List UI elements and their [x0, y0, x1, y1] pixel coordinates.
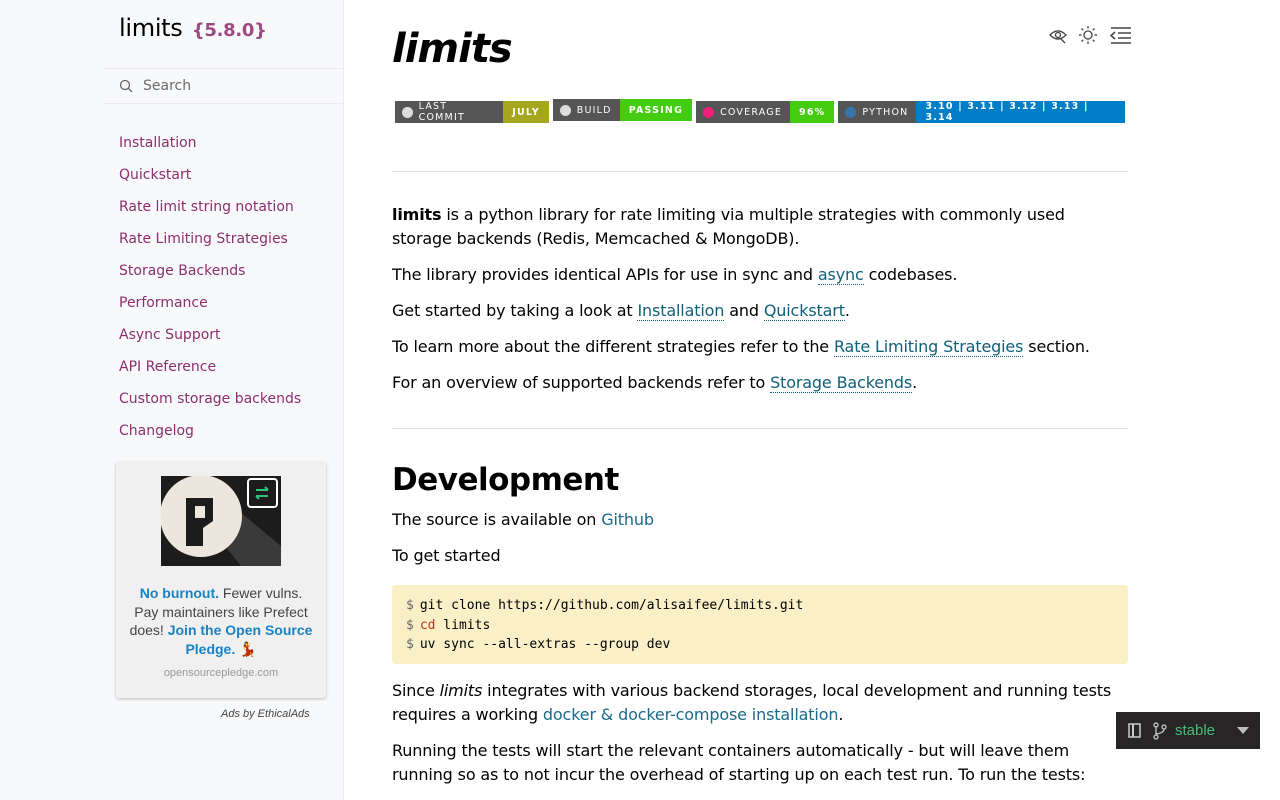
link-async[interactable]: async [817, 265, 864, 285]
code-text: limits [435, 617, 491, 633]
ad-emoji: 💃 [239, 640, 257, 657]
page-title: limits [392, 26, 513, 72]
sidebar-item-storage-backends[interactable]: Storage Backends [119, 260, 301, 292]
paragraph-running-tests: Running the tests will start the relevan… [392, 741, 1086, 784]
code-line: $ uv sync --all-extras --group dev [406, 635, 1114, 655]
badge-label: COVERAGE [720, 106, 783, 118]
sidebar-item-rate-limiting-strategies[interactable]: Rate Limiting Strategies [119, 228, 301, 260]
text: . [838, 705, 844, 724]
prompt: $ [406, 617, 414, 633]
badge-value: 3.10 | 3.11 | 3.12 | 3.13 | 3.14 [916, 101, 1125, 123]
brand-name[interactable]: limits [119, 14, 183, 42]
prompt: $ [406, 598, 414, 613]
version-selector-label[interactable]: stable [1175, 722, 1215, 739]
paragraph-get-started: Get started by taking a look at Installa… [392, 299, 1128, 323]
badge-label: BUILD [576, 104, 612, 116]
badge-build[interactable]: BUILD PASSING [551, 98, 694, 122]
ad-text-bold-1[interactable]: No burnout. [140, 585, 219, 601]
sidebar-item-performance[interactable]: Performance [119, 292, 301, 324]
badge-last-commit[interactable]: LAST COMMIT JULY [394, 100, 550, 124]
badge-coverage[interactable]: COVERAGE 96% [695, 100, 836, 124]
toc-toggle-icon[interactable] [1108, 24, 1131, 46]
sidebar-item-installation[interactable]: Installation [119, 132, 301, 164]
prompt: $ [406, 637, 414, 652]
paragraph-apis: The library provides identical APIs for … [392, 263, 1128, 287]
paragraph-strategies: To learn more about the different strate… [392, 335, 1128, 359]
badge-python[interactable]: PYTHON 3.10 | 3.11 | 3.12 | 3.13 | 3.14 [837, 100, 1126, 124]
intro-strong: limits [392, 205, 442, 224]
sidebar-item-quickstart[interactable]: Quickstart [119, 164, 301, 196]
search-icon [119, 79, 133, 93]
badge-value: PASSING [619, 99, 693, 121]
badge-label: PYTHON [862, 106, 909, 118]
ad-text[interactable]: No burnout. Fewer vulns. Pay maintainers… [126, 584, 316, 658]
link-rate-limiting-strategies[interactable]: Rate Limiting Strategies [833, 337, 1023, 357]
paragraph-source: The source is available on Github [392, 508, 1128, 532]
link-docker-installation[interactable]: docker & docker-compose installation [543, 705, 839, 724]
text: codebases. [863, 265, 958, 284]
ad-domain[interactable]: opensourcepledge.com [116, 667, 326, 679]
paragraph-since-limits: Since limits integrates with various bac… [392, 679, 1128, 727]
text: . [844, 301, 850, 320]
theme-toggle-icon[interactable] [1078, 24, 1098, 46]
intro-paragraph: limits is a python library for rate limi… [392, 203, 1128, 251]
divider [392, 428, 1128, 429]
branch-icon [1153, 721, 1167, 740]
text: For an overview of supported backends re… [392, 373, 771, 392]
sidebar-item-changelog[interactable]: Changelog [119, 420, 301, 452]
book-icon [1128, 723, 1141, 738]
top-toolbar [1048, 24, 1131, 46]
code-line: $ git clone https://github.com/alisaifee/… [406, 596, 1114, 616]
codecov-icon [703, 106, 715, 118]
text: To learn more about the different strate… [392, 337, 834, 356]
link-github[interactable]: Github [601, 510, 654, 529]
code-text: git clone https://github.com/alisaifee/l… [419, 598, 804, 613]
view-source-icon[interactable] [1048, 24, 1068, 46]
badges-row: LAST COMMIT JULY BUILD PASSING COVERAGE … [394, 98, 1128, 124]
paragraph-backends: For an overview of supported backends re… [392, 371, 1128, 395]
text: The library provides identical APIs for … [392, 265, 818, 284]
intro-text: is a python library for rate limiting vi… [392, 205, 1065, 248]
sidebar-item-async-support[interactable]: Async Support [119, 324, 301, 356]
github-icon [559, 104, 571, 116]
text: The source is available on [392, 510, 602, 529]
link-quickstart[interactable]: Quickstart [763, 301, 845, 321]
code-command: cd [419, 617, 436, 633]
sidebar-item-custom-storage-backends[interactable]: Custom storage backends [119, 388, 301, 420]
text: Get started by taking a look at [392, 301, 638, 320]
badge-label: LAST COMMIT [418, 101, 465, 123]
sidebar: limits {5.8.0} Installation Quickstart R… [0, 0, 344, 800]
link-storage-backends[interactable]: Storage Backends [770, 373, 912, 393]
ads-by-ethicalads[interactable]: Ads by EthicalAds [221, 708, 310, 720]
paragraph-to-get-started: To get started [392, 546, 501, 565]
code-line: $ cd limits [406, 616, 1114, 636]
chevron-down-icon[interactable] [1237, 727, 1250, 734]
version-selector[interactable]: stable [1116, 712, 1260, 749]
github-icon [402, 106, 413, 118]
sidebar-item-rate-limit-string-notation[interactable]: Rate limit string notation [119, 196, 301, 228]
text: Since [392, 681, 440, 700]
ethical-ad[interactable]: No burnout. Fewer vulns. Pay maintainers… [116, 462, 326, 698]
code-text: uv sync --all-extras --group dev [419, 637, 671, 652]
text: . [912, 373, 918, 392]
text: and [724, 301, 764, 320]
link-installation[interactable]: Installation [637, 301, 724, 321]
divider [392, 171, 1128, 172]
emphasis: limits [439, 681, 483, 700]
text: section. [1023, 337, 1090, 356]
version-label: {5.8.0} [191, 20, 267, 41]
brand-link[interactable]: limits {5.8.0} [119, 14, 267, 42]
code-block[interactable]: $ git clone https://github.com/alisaifee/… [392, 585, 1128, 664]
search-box[interactable] [103, 68, 344, 104]
ad-image[interactable] [161, 476, 281, 566]
development-heading: Development [392, 462, 619, 498]
badge-value: JULY [503, 101, 549, 123]
sidebar-item-api-reference[interactable]: API Reference [119, 356, 301, 388]
sidebar-nav: Installation Quickstart Rate limit strin… [119, 132, 301, 452]
python-icon [845, 106, 857, 118]
badge-value: 96% [790, 101, 835, 123]
search-input[interactable] [143, 78, 333, 94]
